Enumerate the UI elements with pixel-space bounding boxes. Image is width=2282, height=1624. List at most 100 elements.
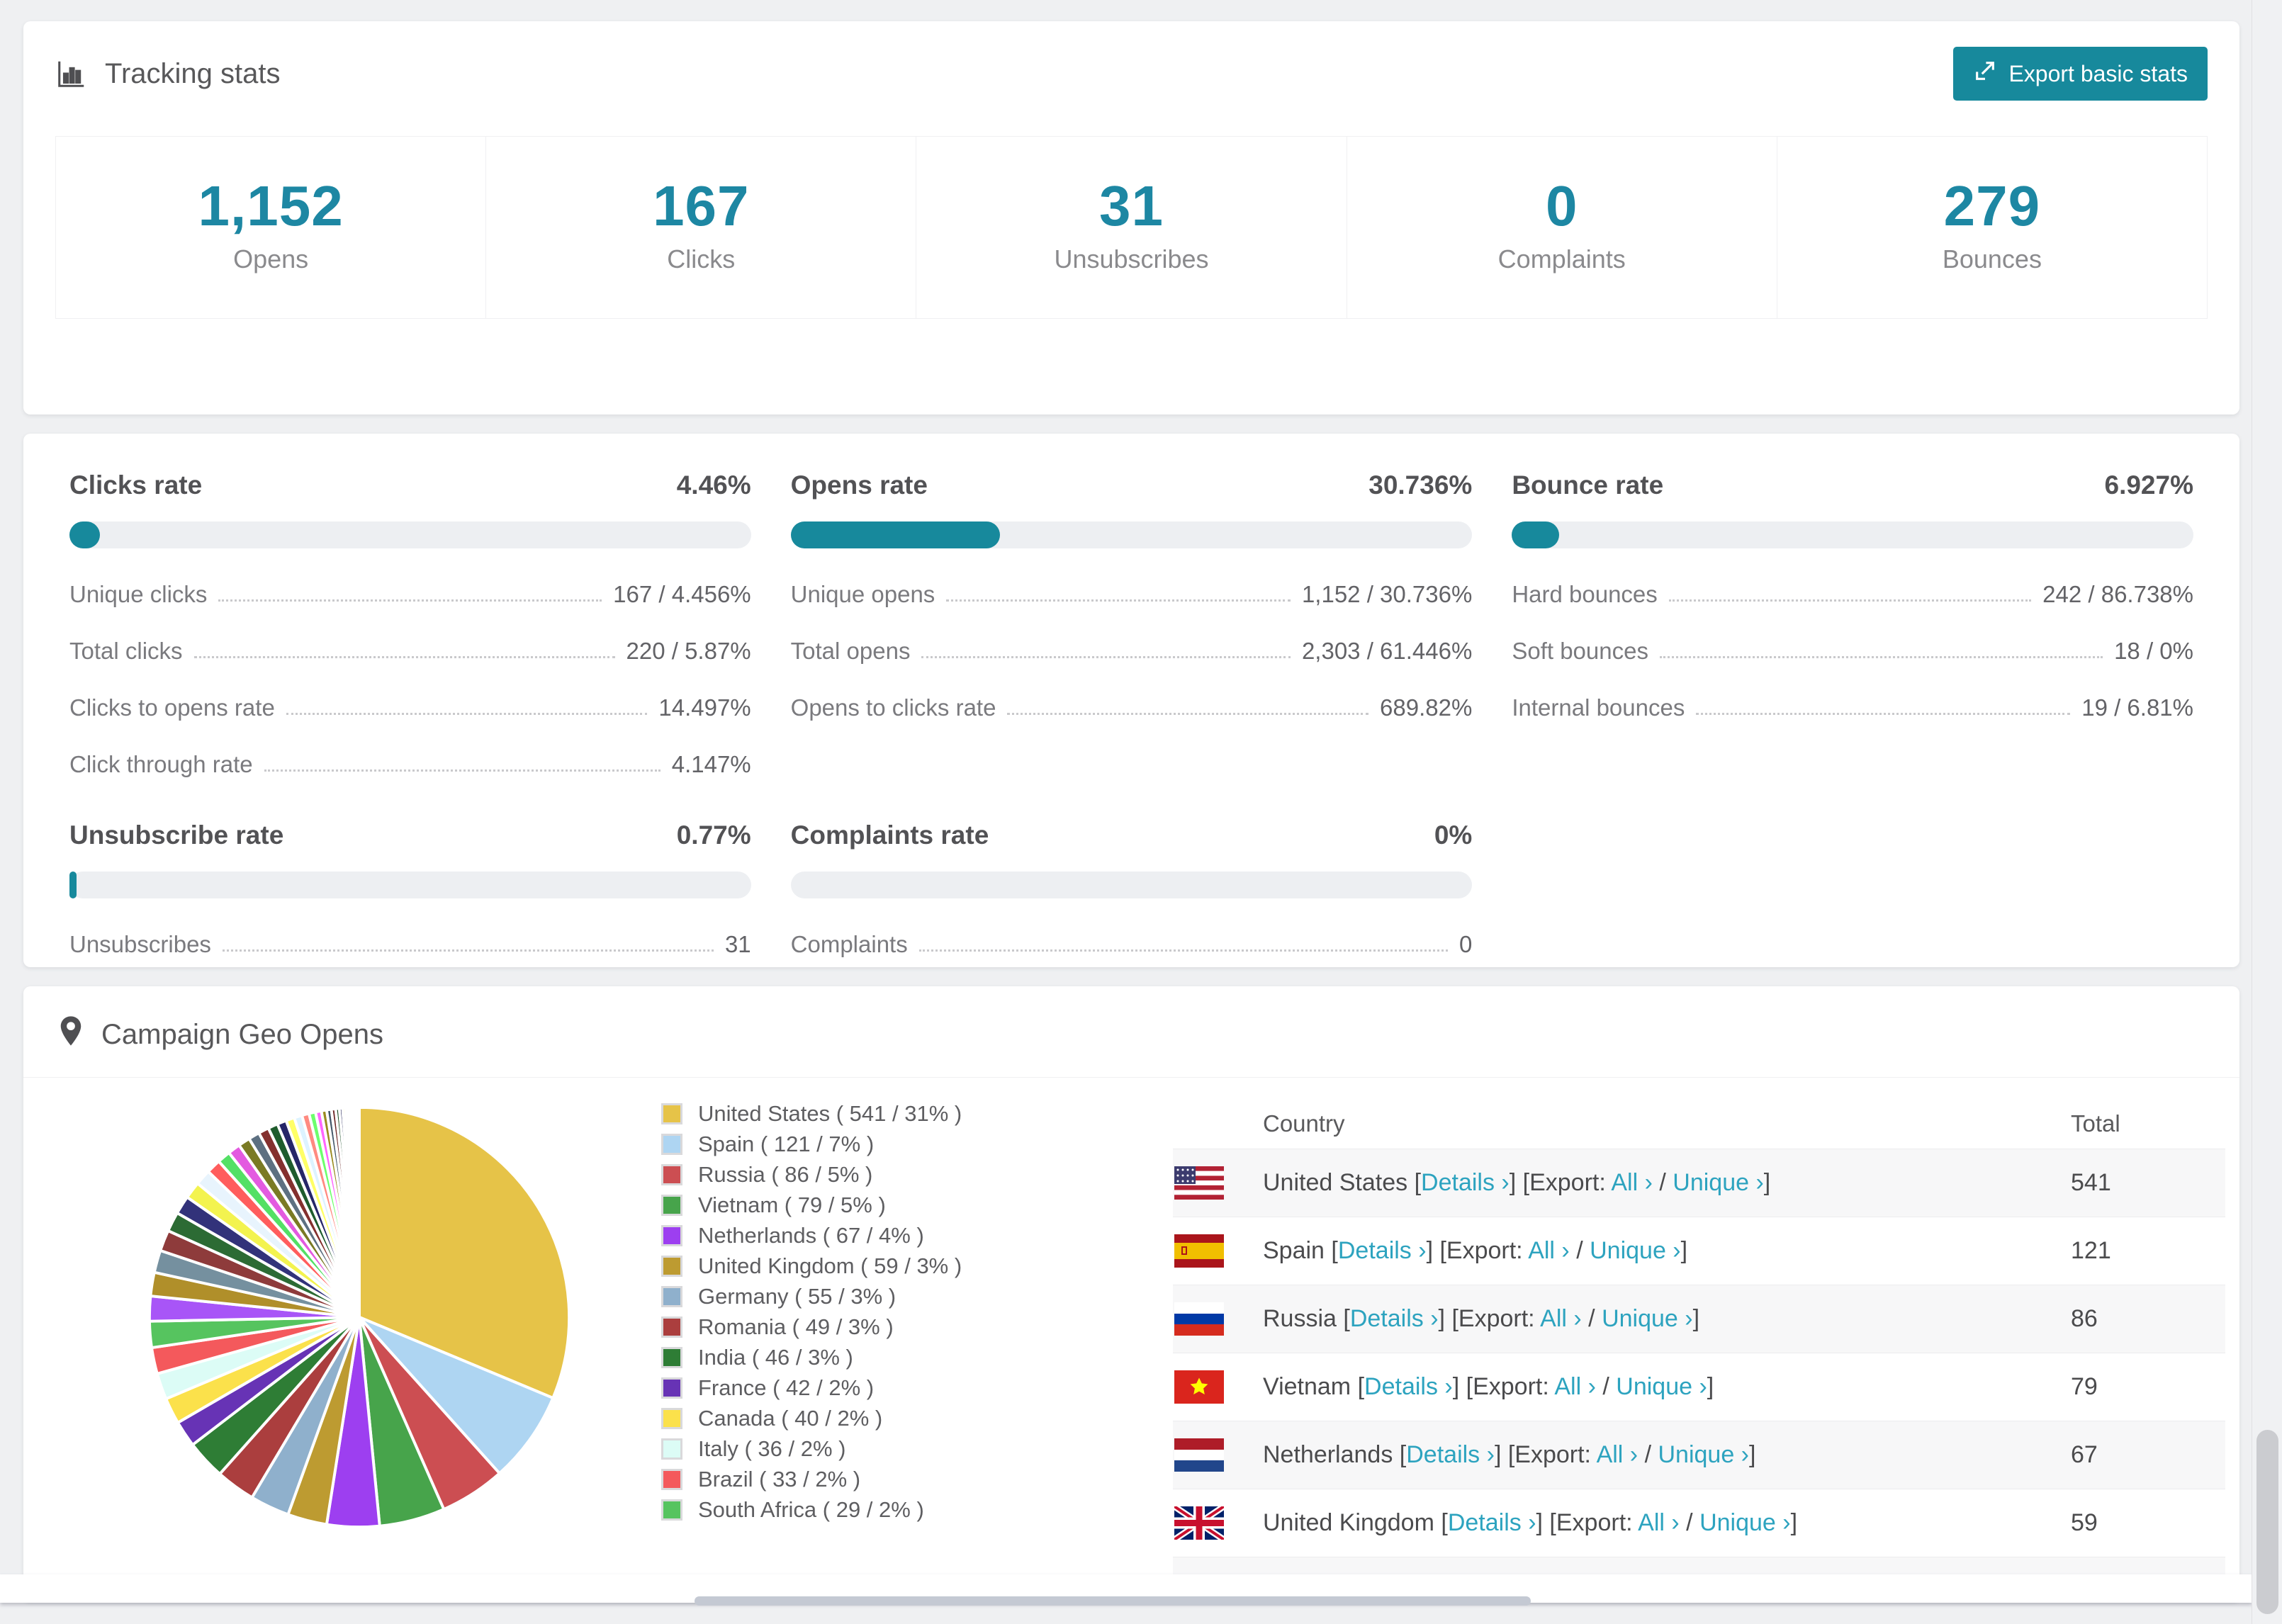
bar-chart-icon [55,57,88,90]
rate-progress-fill [69,521,100,548]
dotted-leader [1696,713,2071,715]
details-link[interactable]: Details › [1338,1237,1427,1264]
export-unique-link[interactable]: Unique › [1673,1169,1764,1196]
stat-value: 0 [1545,174,1578,237]
rate-row-label: Unsubscribes [69,931,211,957]
total-cell: 86 [2071,1305,2098,1332]
vertical-scrollbar-track[interactable] [2252,0,2282,1624]
rate-title: Opens rate [790,470,928,500]
details-link[interactable]: Details › [1350,1305,1439,1332]
rate-row-value: 1,152 / 30.736% [1301,581,1473,607]
bracket: ] [Export: [1509,1169,1612,1196]
rate-row-label: Complaints [790,931,908,957]
export-arrow-icon [1973,59,1997,89]
rate-row-value: 2,303 / 61.446% [1301,638,1473,664]
export-unique-link[interactable]: Unique › [1590,1237,1681,1264]
legend-label: Russia ( 86 / 5% ) [698,1162,873,1187]
details-link[interactable]: Details › [1364,1373,1453,1400]
country-name: Netherlands [Details ›] [Export: All › /… [1263,1441,1755,1469]
rate-progress-bar [69,872,751,898]
export-all-link[interactable]: All › [1638,1509,1680,1536]
dotted-leader [921,656,1291,658]
rate-detail-row: Complaints 0 [791,931,1473,958]
rate-block-header: Opens rate 30.736% [791,470,1473,500]
rate-row-label: Total clicks [69,638,183,664]
rate-row-label: Clicks to opens rate [69,694,275,721]
export-all-link[interactable]: All › [1528,1237,1570,1264]
legend-item: Netherlands ( 67 / 4% ) [661,1223,1086,1248]
country-column-header: Country [1263,1110,1345,1137]
bracket: ] [1707,1373,1714,1400]
rate-detail-row: Hard bounces 242 / 86.738% [1512,581,2193,608]
stat-box-clicks: 167 Clicks [485,136,917,319]
legend-swatch [661,1499,682,1521]
export-all-link[interactable]: All › [1540,1305,1582,1332]
rate-row-label: Opens to clicks rate [790,694,996,721]
legend-swatch [661,1164,682,1185]
rate-detail-row: Internal bounces 19 / 6.81% [1512,694,2193,721]
tracking-stats-card: Tracking stats Export basic stats 1,152 O… [23,21,2239,415]
bracket: ] [Export: [1426,1237,1529,1264]
rate-row-label: Unique opens [790,581,935,607]
country-label: Spain [1263,1237,1325,1264]
legend-swatch [661,1316,682,1338]
rate-row-value: 18 / 0% [2114,638,2193,664]
rate-row-label: Click through rate [69,751,253,777]
export-all-link[interactable]: All › [1597,1441,1639,1468]
vertical-scrollbar-thumb[interactable] [2256,1430,2278,1614]
geo-card-body: United States ( 541 / 31% ) Spain ( 121 /… [23,1078,2239,1601]
rate-row-label: Unique clicks [69,581,208,607]
export-unique-link[interactable]: Unique › [1616,1373,1707,1400]
details-link[interactable]: Details › [1448,1509,1536,1536]
rate-title: Clicks rate [69,470,203,500]
country-cell: Vietnam [Details ›] [Export: All › / Uni… [1173,1370,2048,1404]
rate-block-bounce-rate: Bounce rate 6.927% Hard bounces 242 / 86.73… [1512,470,2193,778]
flag-icon-ru [1174,1302,1224,1336]
country-label: United States [1263,1169,1408,1196]
stat-label: Unsubscribes [1054,244,1209,274]
rate-block-header: Complaints rate 0% [791,821,1473,850]
legend-item: United Kingdom ( 59 / 3% ) [661,1253,1086,1278]
country-name: Vietnam [Details ›] [Export: All › / Uni… [1263,1373,1714,1401]
details-link[interactable]: Details › [1421,1169,1510,1196]
rate-value: 4.46% [676,470,751,500]
geo-card-header: Campaign Geo Opens [23,986,2239,1078]
rate-rows: Unique clicks 167 / 4.456% Total clicks 220… [69,581,751,778]
export-unique-link[interactable]: Unique › [1699,1509,1791,1536]
separator: / [1679,1509,1700,1536]
rate-row-label: Hard bounces [1512,581,1658,607]
horizontal-scrollbar-thumb[interactable] [695,1596,1531,1606]
legend-label: France ( 42 / 2% ) [698,1375,875,1400]
country-cell: Spain [Details ›] [Export: All › / Uniqu… [1173,1234,2048,1268]
legend-label: Canada ( 40 / 2% ) [698,1406,883,1431]
legend-swatch [661,1134,682,1155]
geo-section-title: Campaign Geo Opens [101,1018,384,1050]
separator: / [1652,1169,1673,1196]
export-basic-stats-button[interactable]: Export basic stats [1953,47,2208,101]
export-all-link[interactable]: All › [1554,1373,1596,1400]
rate-progress-bar [790,521,1473,548]
rate-value: 6.927% [2104,470,2194,500]
legend-label: Italy ( 36 / 2% ) [698,1436,846,1461]
campaign-geo-opens-card: Campaign Geo Opens United States ( 541 /… [23,986,2239,1601]
geo-pie-legend: United States ( 541 / 31% ) Spain ( 121 /… [661,1092,1086,1601]
bracket: [ [1336,1305,1350,1332]
rate-title: Complaints rate [790,821,989,850]
details-link[interactable]: Details › [1406,1441,1495,1468]
rate-detail-row: Total opens 2,303 / 61.446% [791,638,1473,665]
bracket: ] [1749,1441,1756,1468]
export-unique-link[interactable]: Unique › [1658,1441,1749,1468]
country-cell: Netherlands [Details ›] [Export: All › /… [1173,1438,2048,1472]
bracket: ] [Export: [1438,1305,1541,1332]
legend-label: Brazil ( 33 / 2% ) [698,1467,861,1492]
legend-swatch [661,1286,682,1307]
rate-progress-bar [69,521,751,548]
export-unique-link[interactable]: Unique › [1602,1305,1693,1332]
flag-icon-gb [1174,1506,1224,1540]
flag-icon-nl [1174,1438,1224,1472]
bracket: ] [1790,1509,1798,1536]
legend-item: Romania ( 49 / 3% ) [661,1314,1086,1339]
legend-item: United States ( 541 / 31% ) [661,1101,1086,1126]
export-all-link[interactable]: All › [1611,1169,1653,1196]
legend-item: Germany ( 55 / 3% ) [661,1284,1086,1309]
